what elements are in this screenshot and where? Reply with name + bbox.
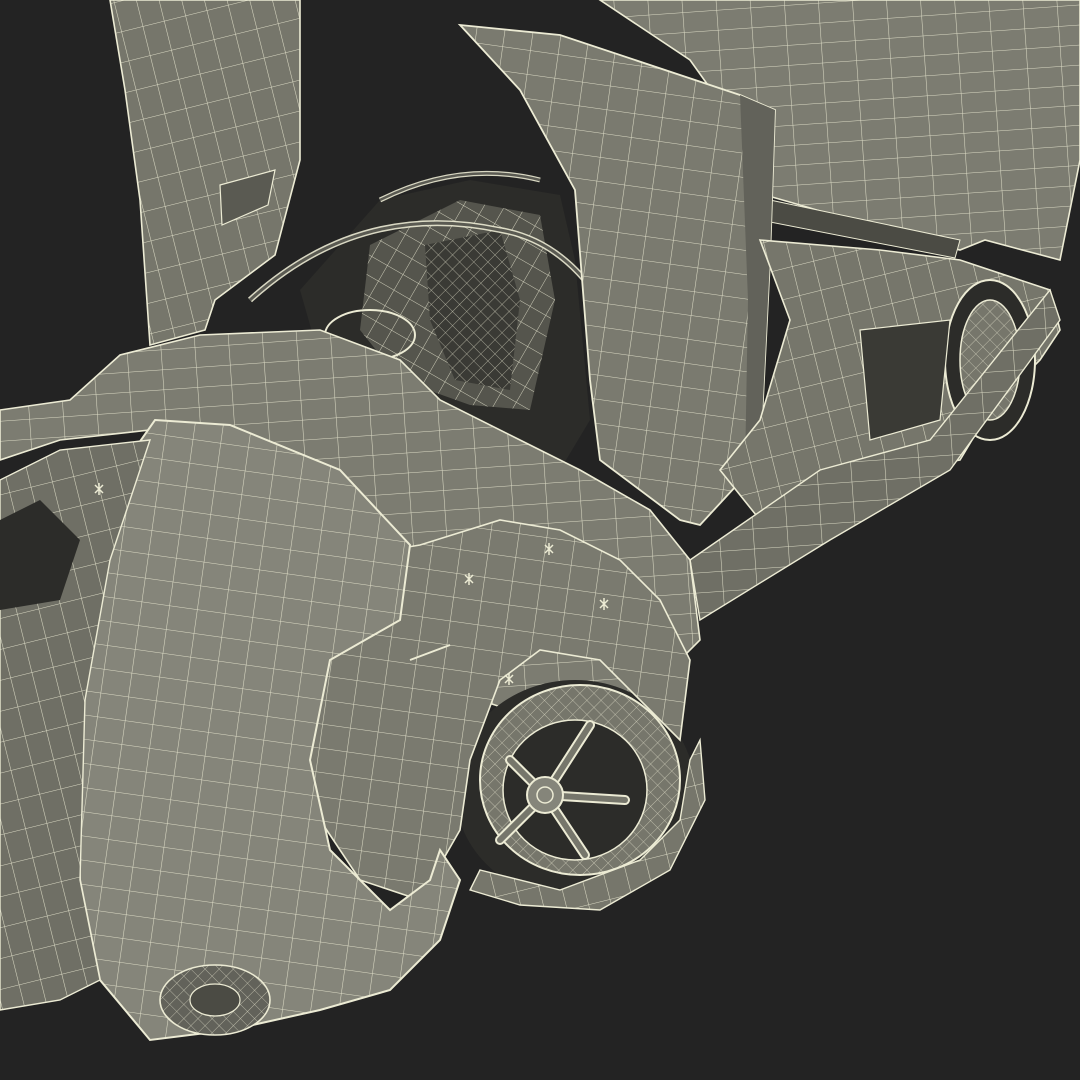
render-viewport <box>0 0 1080 1080</box>
headlight <box>159 964 271 1036</box>
wireframe-render <box>0 0 1080 1080</box>
wheel-hub <box>526 776 564 814</box>
